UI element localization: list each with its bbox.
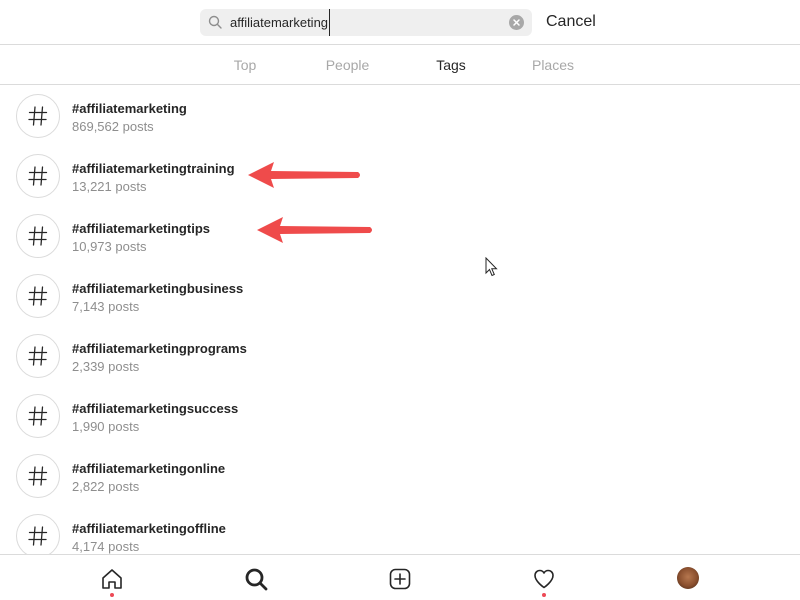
hashtag-icon xyxy=(16,334,60,378)
search-icon[interactable] xyxy=(244,567,268,591)
tag-result-item[interactable]: #affiliatemarketingonline 2,822 posts xyxy=(0,445,800,505)
hashtag-icon xyxy=(16,454,60,498)
home-icon[interactable] xyxy=(100,567,124,591)
close-icon xyxy=(513,19,520,26)
tag-result-item[interactable]: #affiliatemarketingoffline 4,174 posts xyxy=(0,505,800,555)
tab-top[interactable]: Top xyxy=(195,45,295,85)
search-bar[interactable]: affiliatemarketing xyxy=(200,9,532,36)
search-icon xyxy=(208,15,222,29)
tag-post-count: 13,221 posts xyxy=(72,179,147,194)
tag-result-item[interactable]: #affiliatemarketingtraining 13,221 posts xyxy=(0,145,800,205)
hashtag-icon xyxy=(16,514,60,555)
tag-result-item[interactable]: #affiliatemarketingbusiness 7,143 posts xyxy=(0,265,800,325)
new-post-icon[interactable] xyxy=(388,567,412,591)
home-notification-dot xyxy=(110,593,114,597)
tag-post-count: 2,822 posts xyxy=(72,479,140,494)
tag-result-item[interactable]: #affiliatemarketingtips 10,973 posts xyxy=(0,205,800,265)
activity-heart-icon[interactable] xyxy=(532,567,556,591)
tag-post-count: 4,174 posts xyxy=(72,539,140,554)
tag-result-item[interactable]: #affiliatemarketingsuccess 1,990 posts xyxy=(0,385,800,445)
tag-result-item[interactable]: #affiliatemarketingprograms 2,339 posts xyxy=(0,325,800,385)
tag-name: #affiliatemarketing xyxy=(72,101,187,116)
hashtag-icon xyxy=(16,94,60,138)
tag-results-list: #affiliatemarketing 869,562 posts #affil… xyxy=(0,85,800,555)
annotation-arrow-icon xyxy=(257,217,372,243)
clear-search-button[interactable] xyxy=(509,15,524,30)
profile-avatar[interactable] xyxy=(677,567,699,589)
tag-result-item[interactable]: #affiliatemarketing 869,562 posts xyxy=(0,85,800,145)
tag-post-count: 10,973 posts xyxy=(72,239,147,254)
activity-notification-dot xyxy=(542,593,546,597)
tag-name: #affiliatemarketingoffline xyxy=(72,521,226,536)
tab-places[interactable]: Places xyxy=(504,45,602,85)
bottom-nav xyxy=(0,554,800,600)
tag-name: #affiliatemarketingtips xyxy=(72,221,210,236)
annotation-arrow-icon xyxy=(248,162,360,188)
tab-tags[interactable]: Tags xyxy=(400,45,502,85)
tag-name: #affiliatemarketingtraining xyxy=(72,161,235,176)
tag-post-count: 869,562 posts xyxy=(72,119,154,134)
tag-name: #affiliatemarketingbusiness xyxy=(72,281,244,296)
search-tabs: Top People Tags Places xyxy=(0,45,800,85)
hashtag-icon xyxy=(16,394,60,438)
tag-name: #affiliatemarketingprograms xyxy=(72,341,247,356)
tag-post-count: 2,339 posts xyxy=(72,359,140,374)
hashtag-icon xyxy=(16,154,60,198)
mouse-cursor-icon xyxy=(485,257,498,277)
tag-name: #affiliatemarketingonline xyxy=(72,461,226,476)
search-input[interactable]: affiliatemarketing xyxy=(230,9,331,36)
hashtag-icon xyxy=(16,274,60,318)
cancel-button[interactable]: Cancel xyxy=(546,13,596,31)
tag-post-count: 1,990 posts xyxy=(72,419,140,434)
tag-name: #affiliatemarketingsuccess xyxy=(72,401,239,416)
tab-people[interactable]: People xyxy=(297,45,398,85)
hashtag-icon xyxy=(16,214,60,258)
tag-post-count: 7,143 posts xyxy=(72,299,140,314)
